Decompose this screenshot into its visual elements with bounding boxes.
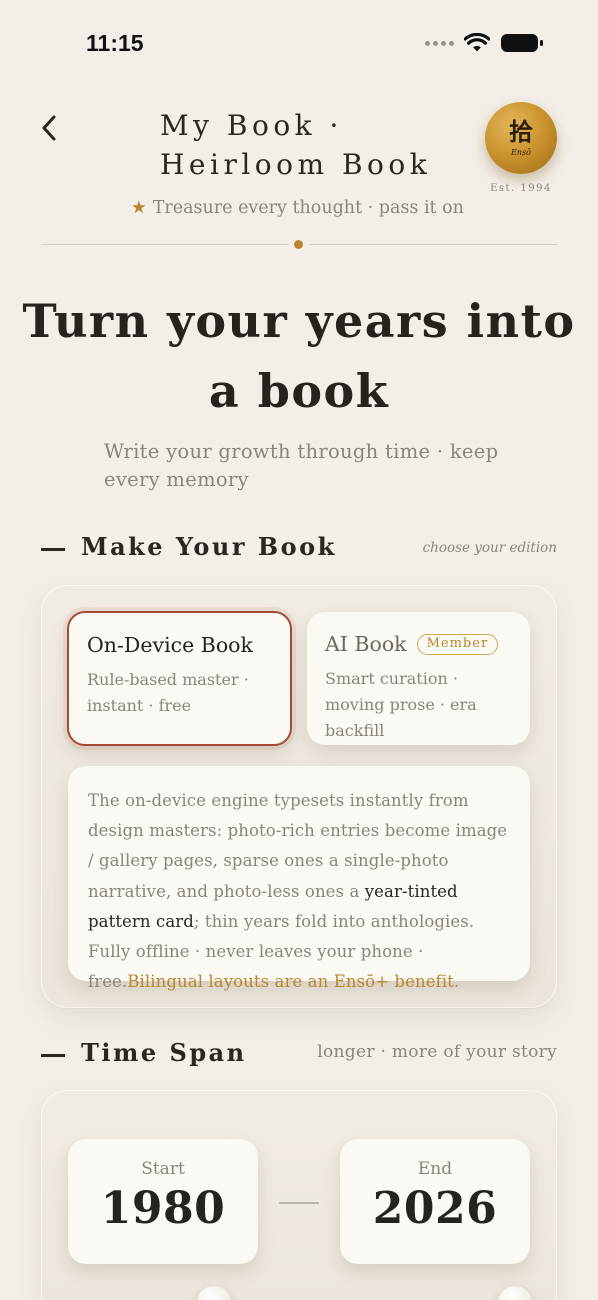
edition-description: Rule-based master · instant · free	[87, 670, 249, 715]
section-hint: longer · more of your story	[317, 1042, 557, 1062]
edition-title-row: AI Book Member	[325, 632, 512, 656]
status-icons	[425, 32, 544, 54]
start-year-slider-handle[interactable]	[197, 1286, 231, 1300]
section-hint: choose your edition	[422, 540, 557, 556]
end-label: End	[417, 1159, 453, 1179]
tagline-text: Treasure every thought · pass it on	[152, 198, 464, 218]
ornament-dot	[294, 240, 303, 249]
edition-option-on-device[interactable]: On-Device Book Rule-based master · insta…	[67, 611, 292, 746]
star-icon: ★	[131, 198, 147, 218]
start-year-picker[interactable]: Start 1980	[68, 1139, 258, 1264]
page-title: My Book · Heirloom Book	[160, 109, 432, 181]
back-button[interactable]	[36, 112, 66, 144]
hero-subtitle: Write your growth through time · keep ev…	[104, 440, 499, 491]
section-dash	[41, 548, 65, 551]
edition-title: AI Book	[325, 632, 407, 656]
time-span-panel: Start 1980 End 2026	[41, 1090, 557, 1300]
ornament-divider	[41, 238, 557, 250]
end-year: 2026	[372, 1183, 498, 1234]
edition-title: On-Device Book	[87, 633, 253, 657]
status-bar: 11:15	[0, 0, 598, 90]
tagline: ★ Treasure every thought · pass it on	[131, 198, 464, 218]
edition-description: Smart curation · moving prose · era back…	[325, 669, 477, 740]
explanation-member-benefit: Bilingual layouts are an Ensō+ benefit.	[127, 972, 460, 992]
hero-title: Turn your years into a book	[22, 294, 576, 418]
start-label: Start	[141, 1159, 185, 1179]
seal-glyph: 拾	[509, 117, 533, 146]
section-title: Time Span	[81, 1038, 247, 1067]
battery-icon	[501, 34, 543, 52]
edition-panel: On-Device Book Rule-based master · insta…	[41, 585, 557, 1008]
end-year-slider-handle[interactable]	[498, 1286, 532, 1300]
end-year-picker[interactable]: End 2026	[340, 1139, 530, 1264]
edition-description-card: The on-device engine typesets instantly …	[68, 766, 530, 991]
start-year: 1980	[100, 1183, 226, 1234]
cellular-signal-icon	[425, 40, 454, 46]
edition-option-ai-book[interactable]: AI Book Member Smart curation · moving p…	[307, 612, 530, 745]
section-dash	[41, 1054, 65, 1057]
section-header-time-span: Time Span longer · more of your story	[41, 1038, 557, 1072]
chevron-left-icon	[42, 115, 56, 141]
section-title: Make Your Book	[81, 532, 337, 561]
status-time: 11:15	[86, 30, 144, 56]
member-badge: Member	[416, 633, 499, 655]
established-label: Est. 1994	[490, 183, 552, 194]
wifi-icon	[464, 33, 490, 52]
enso-seal-logo: 拾 Ensō	[485, 102, 557, 174]
seal-script: Ensō	[511, 148, 531, 157]
section-header-make-book: Make Your Book choose your edition	[41, 532, 557, 566]
edition-explanation: The on-device engine typesets instantly …	[88, 786, 510, 997]
year-range-separator	[279, 1202, 319, 1204]
